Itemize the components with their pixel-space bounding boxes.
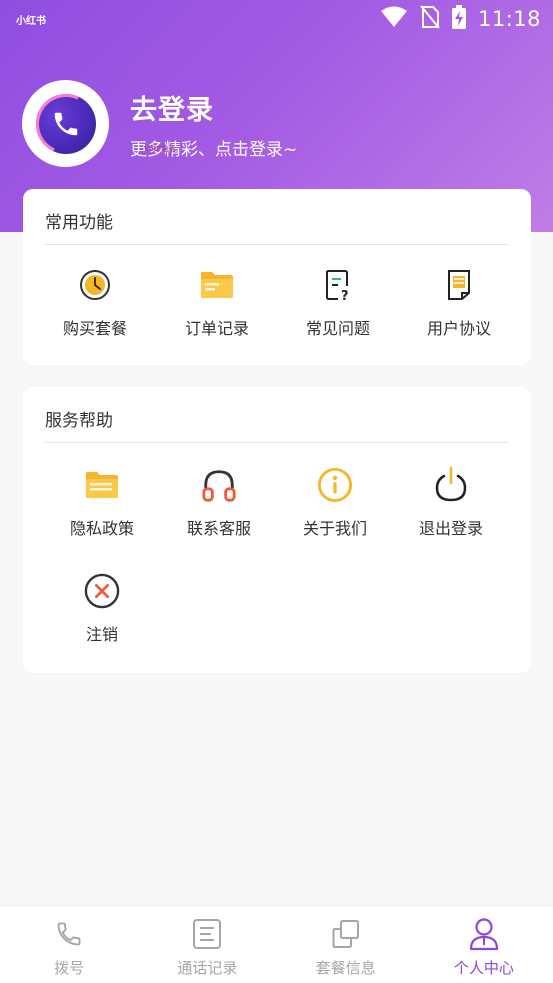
headphones-icon: [201, 467, 237, 503]
folder-icon: [199, 267, 235, 303]
cancel-account-label: 注销: [85, 625, 118, 644]
power-icon: [433, 466, 469, 503]
agreement-doc-icon: [441, 267, 477, 303]
login-profile[interactable]: VoIP电话 去登录 更多精彩、点击登录~: [22, 80, 297, 167]
status-app-label: 小红书: [16, 16, 46, 27]
tab-call-log[interactable]: 通话记录: [138, 906, 276, 983]
logout-label: 退出登录: [418, 519, 483, 538]
common-functions-title: 常用功能: [45, 213, 113, 233]
package-icon: [330, 917, 362, 951]
svg-text:?: ?: [341, 289, 349, 301]
user-agreement-item[interactable]: 用户协议: [394, 267, 524, 339]
about-us-item[interactable]: 关于我们: [270, 467, 400, 539]
avatar[interactable]: VoIP电话: [22, 80, 175, 167]
cancel-account-item[interactable]: 注销: [37, 573, 167, 645]
service-help-title: 服务帮助: [45, 411, 113, 431]
user-agreement-label: 用户协议: [426, 319, 491, 338]
no-sim-icon: [420, 5, 440, 33]
person-icon: [468, 917, 500, 951]
tab-dial-label: 拨号: [54, 959, 85, 977]
cancel-icon: [84, 573, 120, 609]
tab-call-log-label: 通话记录: [177, 959, 238, 977]
buy-package-label: 购买套餐: [62, 319, 127, 338]
privacy-policy-item[interactable]: 隐私政策: [37, 467, 167, 539]
divider: [45, 442, 509, 443]
logout-item[interactable]: 退出登录: [386, 466, 516, 539]
clock-icon: [77, 267, 113, 303]
tab-package-info[interactable]: 套餐信息: [277, 906, 415, 983]
tab-package-info-label: 套餐信息: [315, 959, 376, 977]
contact-support-label: 联系客服: [186, 519, 251, 538]
order-records-label: 订单记录: [184, 319, 249, 338]
about-us-label: 关于我们: [302, 519, 367, 538]
info-icon: [317, 467, 353, 503]
order-records-item[interactable]: 订单记录: [152, 267, 282, 339]
status-bar: 小红书 11:18: [0, 0, 553, 38]
avatar-logo-text: VoIP电话: [143, 145, 176, 153]
wifi-icon: [380, 6, 408, 32]
service-help-card: 服务帮助 隐私政策 联系客服 关于我们 退出登录 注销: [23, 387, 531, 673]
battery-charging-icon: [451, 5, 466, 33]
faq-label: 常见问题: [305, 319, 370, 338]
tab-personal-center-label: 个人中心: [453, 959, 514, 977]
app-logo-icon: [27, 85, 104, 162]
status-time: 11:18: [477, 7, 541, 31]
privacy-policy-label: 隐私政策: [69, 519, 134, 538]
contact-support-item[interactable]: 联系客服: [154, 467, 284, 539]
question-doc-icon: ?: [320, 267, 356, 303]
buy-package-item[interactable]: 购买套餐: [30, 267, 160, 339]
folder-icon: [84, 467, 120, 503]
faq-item[interactable]: ? 常见问题: [273, 267, 403, 339]
login-title[interactable]: 去登录: [130, 88, 297, 127]
bottom-navigation: 拨号 通话记录 套餐信息 个人中心: [0, 905, 553, 983]
tab-personal-center[interactable]: 个人中心: [415, 906, 553, 983]
tab-dial[interactable]: 拨号: [0, 906, 138, 983]
call-log-icon: [191, 917, 223, 951]
divider: [45, 244, 509, 245]
common-functions-card: 常用功能 购买套餐 订单记录 ? 常见问题 用户协议: [23, 189, 531, 365]
phone-icon: [53, 917, 85, 951]
